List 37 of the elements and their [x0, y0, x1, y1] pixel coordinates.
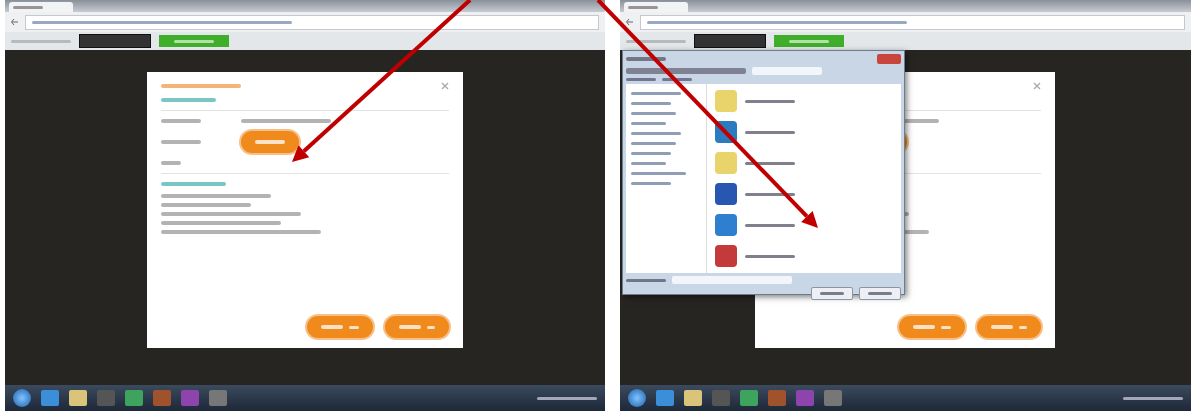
toolbar-button[interactable] [159, 35, 229, 47]
taskbar-app-icon[interactable] [796, 390, 814, 406]
taskbar-app-icon[interactable] [41, 390, 59, 406]
browser-tab[interactable] [9, 2, 73, 12]
toolbar-button[interactable] [774, 35, 844, 47]
back-arrow-icon[interactable] [11, 18, 19, 26]
cancel-button[interactable] [977, 316, 1041, 338]
browser-tab[interactable] [624, 2, 688, 12]
file-icon[interactable] [715, 245, 737, 267]
back-arrow-icon[interactable] [626, 18, 634, 26]
taskbar-app-icon[interactable] [684, 390, 702, 406]
taskbar-app-icon[interactable] [209, 390, 227, 406]
upload-button[interactable] [241, 131, 299, 153]
taskbar-app-icon[interactable] [824, 390, 842, 406]
next-button[interactable] [307, 316, 373, 338]
start-button[interactable] [13, 389, 31, 407]
cancel-button[interactable] [385, 316, 449, 338]
taskbar-app-icon[interactable] [97, 390, 115, 406]
address-bar[interactable] [640, 14, 1185, 30]
cancel-button[interactable] [859, 287, 901, 300]
taskbar-app-icon[interactable] [69, 390, 87, 406]
address-bar[interactable] [25, 14, 599, 30]
close-icon[interactable] [1033, 82, 1041, 90]
taskbar-app-icon[interactable] [181, 390, 199, 406]
taskbar-app-icon[interactable] [768, 390, 786, 406]
taskbar-app-icon[interactable] [153, 390, 171, 406]
file-icon[interactable] [715, 183, 737, 205]
taskbar-app-icon[interactable] [656, 390, 674, 406]
open-button[interactable] [811, 287, 853, 300]
next-button[interactable] [899, 316, 965, 338]
taskbar-app-icon[interactable] [125, 390, 143, 406]
file-icon[interactable] [715, 214, 737, 236]
start-button[interactable] [628, 389, 646, 407]
taskbar-app-icon[interactable] [740, 390, 758, 406]
taskbar-app-icon[interactable] [712, 390, 730, 406]
close-button[interactable] [877, 54, 901, 64]
close-icon[interactable] [441, 82, 449, 90]
